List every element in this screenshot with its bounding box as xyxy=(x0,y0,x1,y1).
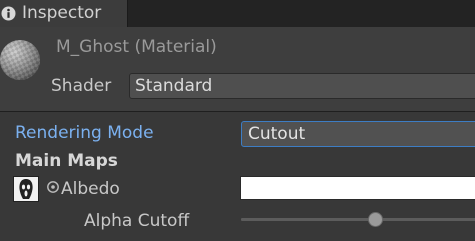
albedo-label: Albedo xyxy=(61,179,120,199)
panel-bottom xyxy=(0,236,475,241)
ghost-mask-texture-icon xyxy=(19,179,33,199)
shader-value: Standard xyxy=(135,76,213,96)
tab-inspector-label: Inspector xyxy=(22,3,102,23)
info-icon xyxy=(1,6,16,21)
material-sphere-preview-icon[interactable] xyxy=(0,38,44,82)
alpha-cutoff-slider-track[interactable] xyxy=(241,218,475,221)
albedo-texture-slot[interactable] xyxy=(13,176,39,202)
shader-label: Shader xyxy=(51,76,112,96)
rendering-mode-value: Cutout xyxy=(248,124,306,144)
object-picker-icon[interactable] xyxy=(46,180,60,194)
inspector-tab-bar: Inspector xyxy=(0,0,475,27)
tab-inspector[interactable]: Inspector xyxy=(0,0,128,27)
alpha-cutoff-label: Alpha Cutoff xyxy=(84,211,190,231)
rendering-mode-dropdown[interactable]: Cutout xyxy=(241,121,475,147)
rendering-mode-label: Rendering Mode xyxy=(15,123,154,143)
albedo-color-field[interactable] xyxy=(240,176,475,200)
alpha-cutoff-slider-thumb[interactable] xyxy=(367,212,383,227)
shader-dropdown[interactable]: Standard xyxy=(129,73,475,99)
material-name: M_Ghost (Material) xyxy=(56,37,217,57)
main-maps-heading: Main Maps xyxy=(15,151,118,171)
